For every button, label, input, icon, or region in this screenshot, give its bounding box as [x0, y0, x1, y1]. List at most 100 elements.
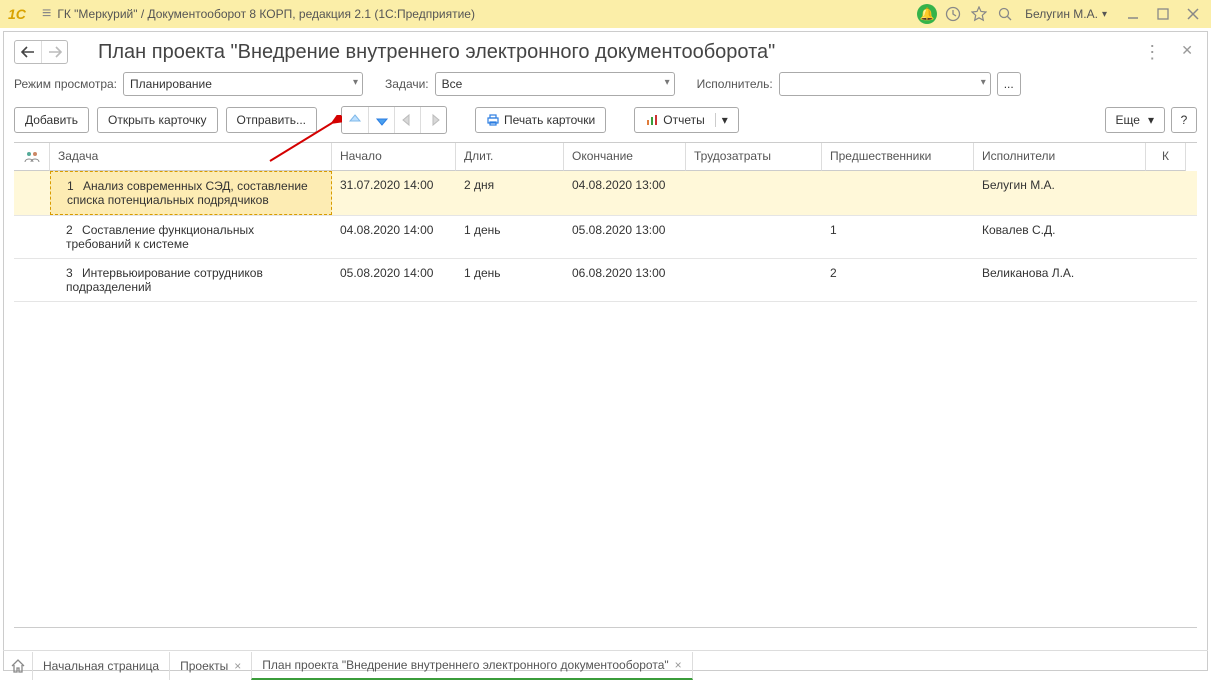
- app-title: ГК "Меркурий" / Документооборот 8 КОРП, …: [57, 7, 475, 21]
- row-k-cell: [1146, 171, 1186, 215]
- row-start-cell: 05.08.2020 14:00: [332, 259, 456, 301]
- tab-projects[interactable]: Проекты ×: [169, 652, 252, 680]
- reports-button[interactable]: Отчеты ▾: [634, 107, 739, 133]
- row-end-cell: 06.08.2020 13:00: [564, 259, 686, 301]
- print-card-label: Печать карточки: [504, 113, 595, 127]
- search-icon[interactable]: [995, 4, 1015, 24]
- open-card-button[interactable]: Открыть карточку: [97, 107, 217, 133]
- row-task-cell: 1 Анализ современных СЭД, составление сп…: [50, 171, 332, 215]
- reports-icon: [645, 113, 659, 127]
- row-duration-cell: 2 дня: [456, 171, 564, 215]
- tasks-value: Все: [442, 77, 463, 91]
- page-title: План проекта "Внедрение внутреннего элек…: [98, 41, 775, 64]
- table-header-task[interactable]: Задача: [50, 143, 332, 171]
- executor-dropdown[interactable]: ▾: [779, 72, 991, 96]
- close-page-icon[interactable]: ✕: [1177, 42, 1197, 63]
- row-end-cell: 04.08.2020 13:00: [564, 171, 686, 215]
- table-header-start[interactable]: Начало: [332, 143, 456, 171]
- close-icon[interactable]: ×: [675, 658, 682, 672]
- row-type-cell: [14, 171, 50, 215]
- add-label: Добавить: [25, 113, 78, 127]
- tasks-label: Задачи:: [385, 77, 429, 91]
- tasks-dropdown[interactable]: Все ▾: [435, 72, 675, 96]
- row-executors-cell: Великанова Л.А.: [974, 259, 1146, 301]
- move-left-button[interactable]: [394, 107, 420, 133]
- move-right-button[interactable]: [420, 107, 446, 133]
- chevron-down-icon: ▾: [1148, 113, 1154, 127]
- bottom-tabs: Начальная страница Проекты × План проект…: [3, 650, 1208, 680]
- row-type-cell: [14, 216, 50, 258]
- row-labor-cell: [686, 259, 822, 301]
- tab-home[interactable]: Начальная страница: [32, 652, 170, 680]
- toolbar: Добавить Открыть карточку Отправить...: [4, 100, 1207, 142]
- print-icon: [486, 113, 500, 127]
- row-start-cell: 04.08.2020 14:00: [332, 216, 456, 258]
- row-predecessors-cell: 1: [822, 216, 974, 258]
- table-header-end[interactable]: Окончание: [564, 143, 686, 171]
- tab-plan[interactable]: План проекта "Внедрение внутреннего элек…: [251, 652, 692, 680]
- tab-plan-label: План проекта "Внедрение внутреннего элек…: [262, 658, 668, 672]
- mode-label: Режим просмотра:: [14, 77, 117, 91]
- tab-projects-label: Проекты: [180, 659, 228, 673]
- close-window-icon[interactable]: [1183, 4, 1203, 24]
- row-k-cell: [1146, 216, 1186, 258]
- chevron-down-icon: ▾: [981, 77, 986, 88]
- people-icon: [24, 151, 40, 163]
- mode-value: Планирование: [130, 77, 212, 91]
- page-menu-icon[interactable]: ⋮: [1137, 42, 1167, 63]
- table-header-executors[interactable]: Исполнители: [974, 143, 1146, 171]
- minimize-icon[interactable]: [1123, 4, 1143, 24]
- table-header: Задача Начало Длит. Окончание Трудозатра…: [14, 143, 1197, 171]
- table-header-k[interactable]: К: [1146, 143, 1186, 171]
- more-label: Еще: [1116, 113, 1140, 127]
- move-buttons: [341, 106, 447, 134]
- help-label: ?: [1181, 113, 1188, 127]
- table-row[interactable]: 1 Анализ современных СЭД, составление сп…: [14, 171, 1197, 216]
- row-labor-cell: [686, 171, 822, 215]
- table-header-duration[interactable]: Длит.: [456, 143, 564, 171]
- reports-label: Отчеты: [663, 113, 704, 127]
- page-header: План проекта "Внедрение внутреннего элек…: [4, 32, 1207, 68]
- user-name: Белугин М.А.: [1025, 7, 1098, 21]
- table-header-predecessors[interactable]: Предшественники: [822, 143, 974, 171]
- row-type-cell: [14, 259, 50, 301]
- executor-label: Исполнитель:: [697, 77, 773, 91]
- nav-back-forward: [14, 40, 68, 64]
- table-row[interactable]: 3 Интервьюирование сотрудников подраздел…: [14, 259, 1197, 302]
- send-button[interactable]: Отправить...: [226, 107, 318, 133]
- table-header-type[interactable]: [14, 143, 50, 171]
- move-down-button[interactable]: [368, 107, 394, 133]
- move-up-button[interactable]: [342, 107, 368, 133]
- print-card-button[interactable]: Печать карточки: [475, 107, 606, 133]
- row-start-cell: 31.07.2020 14:00: [332, 171, 456, 215]
- mode-dropdown[interactable]: Планирование ▾: [123, 72, 363, 96]
- row-end-cell: 05.08.2020 13:00: [564, 216, 686, 258]
- history-icon[interactable]: [943, 4, 963, 24]
- add-button[interactable]: Добавить: [14, 107, 89, 133]
- maximize-icon[interactable]: [1153, 4, 1173, 24]
- nav-back-button[interactable]: [15, 41, 41, 63]
- table-header-labor[interactable]: Трудозатраты: [686, 143, 822, 171]
- executor-more-button[interactable]: ...: [997, 72, 1021, 96]
- row-predecessors-cell: [822, 171, 974, 215]
- favorite-icon[interactable]: [969, 4, 989, 24]
- menu-hamburger-icon[interactable]: ≡: [42, 5, 51, 23]
- notifications-icon[interactable]: 🔔: [917, 4, 937, 24]
- help-button[interactable]: ?: [1171, 107, 1197, 133]
- row-executors-cell: Белугин М.А.: [974, 171, 1146, 215]
- open-card-label: Открыть карточку: [108, 113, 206, 127]
- user-menu[interactable]: Белугин М.А. ▾: [1021, 7, 1111, 21]
- row-task-cell: 2 Составление функциональных требований …: [50, 216, 332, 258]
- filter-row: Режим просмотра: Планирование ▾ Задачи: …: [4, 68, 1207, 100]
- row-task-cell: 3 Интервьюирование сотрудников подраздел…: [50, 259, 332, 301]
- more-label: ...: [1004, 77, 1014, 91]
- table-row[interactable]: 2 Составление функциональных требований …: [14, 216, 1197, 259]
- chevron-down-icon: ▾: [665, 77, 670, 88]
- more-button[interactable]: Еще ▾: [1105, 107, 1165, 133]
- tasks-table: Задача Начало Длит. Окончание Трудозатра…: [14, 142, 1197, 628]
- row-duration-cell: 1 день: [456, 216, 564, 258]
- nav-forward-button[interactable]: [41, 41, 67, 63]
- chevron-down-icon: ▾: [353, 77, 358, 88]
- home-icon[interactable]: [3, 658, 33, 674]
- close-icon[interactable]: ×: [234, 659, 241, 673]
